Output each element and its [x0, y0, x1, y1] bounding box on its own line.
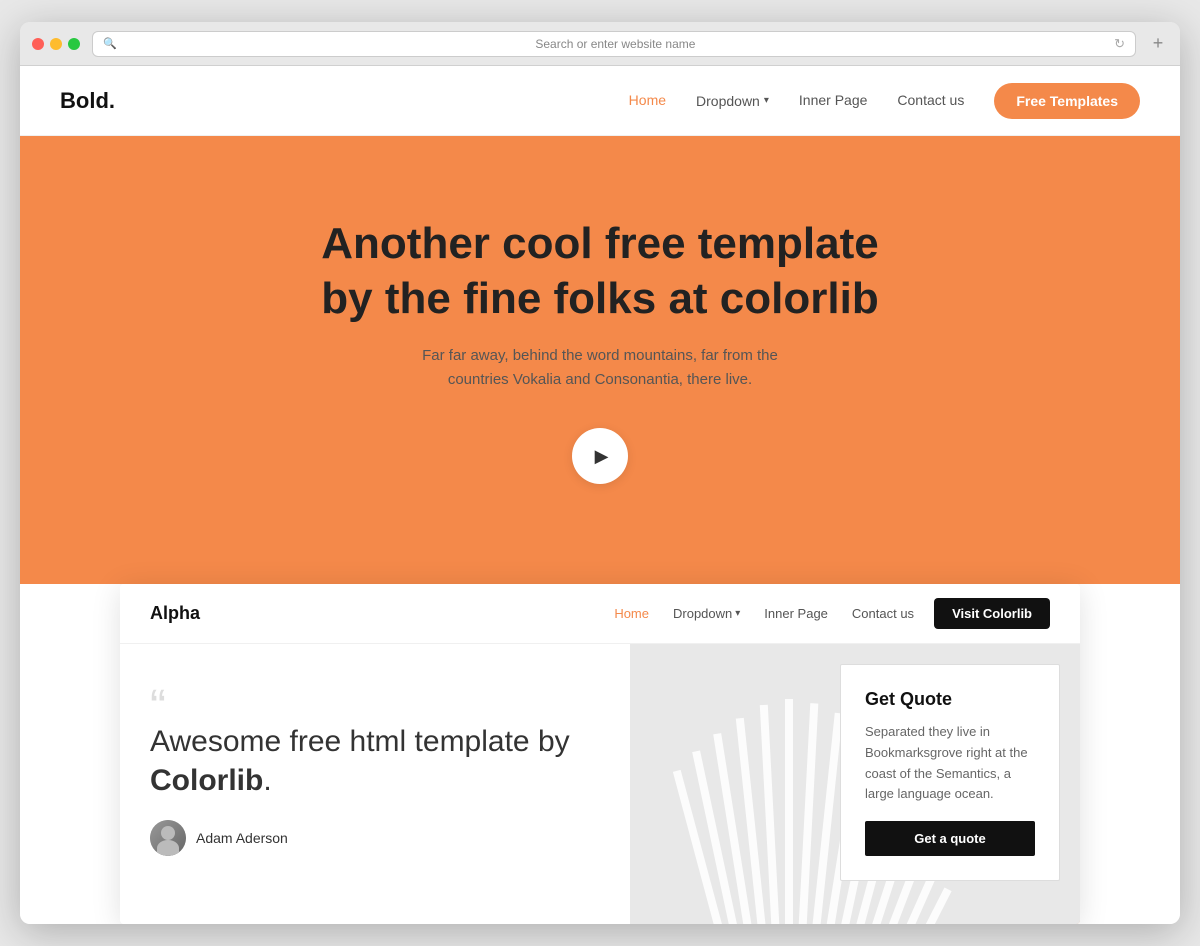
nav-item-dropdown[interactable]: Dropdown ▾ — [696, 93, 769, 109]
address-bar[interactable]: 🔍 Search or enter website name ↻ — [92, 31, 1136, 57]
play-icon: ▶ — [595, 446, 609, 467]
play-button[interactable]: ▶ — [572, 428, 628, 484]
site-logo: Bold. — [60, 88, 115, 114]
author-row: Adam Aderson — [150, 820, 600, 856]
hero-section: Another cool free template by the fine f… — [20, 136, 1180, 584]
inner-nav-link-inner-page[interactable]: Inner Page — [764, 606, 828, 621]
inner-nav-dropdown-trigger[interactable]: Dropdown ▾ — [673, 606, 740, 621]
avatar-image — [150, 820, 186, 856]
quote-card: Get Quote Separated they live in Bookmar… — [840, 664, 1060, 881]
hero-subtitle: Far far away, behind the word mountains,… — [400, 344, 800, 392]
visit-colorlib-button[interactable]: Visit Colorlib — [934, 598, 1050, 629]
browser-window: 🔍 Search or enter website name ↻ + Bold.… — [20, 22, 1180, 924]
preview-card: Alpha Home Dropdown ▾ Inner Page — [120, 584, 1080, 924]
author-name: Adam Aderson — [196, 830, 288, 846]
inner-hero-title: Awesome free html template by Colorlib. — [150, 722, 600, 800]
inner-nav-item-contact[interactable]: Contact us — [852, 605, 914, 623]
inner-hero-left: “ Awesome free html template by Colorlib… — [120, 644, 630, 924]
inner-nav-link-contact[interactable]: Contact us — [852, 606, 914, 621]
inner-navigation: Alpha Home Dropdown ▾ Inner Page — [120, 584, 1080, 644]
chevron-down-icon: ▾ — [764, 95, 769, 106]
inner-hero-right: Get Quote Separated they live in Bookmar… — [630, 644, 1080, 924]
hero-title: Another cool free template by the fine f… — [300, 216, 900, 326]
nav-link-contact[interactable]: Contact us — [897, 92, 964, 108]
browser-dots — [32, 38, 80, 50]
close-dot[interactable] — [32, 38, 44, 50]
inner-chevron-down-icon: ▾ — [735, 608, 740, 619]
get-quote-button[interactable]: Get a quote — [865, 821, 1035, 856]
inner-site-logo: Alpha — [150, 603, 200, 624]
author-avatar — [150, 820, 186, 856]
address-bar-text: Search or enter website name — [123, 37, 1108, 51]
top-navigation: Bold. Home Dropdown ▾ Inner Page Contact… — [20, 66, 1180, 136]
nav-links: Home Dropdown ▾ Inner Page Contact us — [629, 92, 965, 110]
inner-hero: “ Awesome free html template by Colorlib… — [120, 644, 1080, 924]
inner-nav-link-home[interactable]: Home — [614, 606, 649, 621]
quote-card-text: Separated they live in Bookmarksgrove ri… — [865, 722, 1035, 805]
quote-card-title: Get Quote — [865, 689, 1035, 710]
new-tab-button[interactable]: + — [1148, 34, 1168, 54]
browser-toolbar: 🔍 Search or enter website name ↻ + — [20, 22, 1180, 66]
fullscreen-dot[interactable] — [68, 38, 80, 50]
nav-item-inner-page[interactable]: Inner Page — [799, 92, 868, 110]
search-icon: 🔍 — [103, 37, 117, 50]
inner-nav-item-inner-page[interactable]: Inner Page — [764, 605, 828, 623]
inner-nav-item-dropdown[interactable]: Dropdown ▾ — [673, 606, 740, 621]
inner-nav-item-home[interactable]: Home — [614, 605, 649, 623]
website-content: Bold. Home Dropdown ▾ Inner Page Contact… — [20, 66, 1180, 924]
minimize-dot[interactable] — [50, 38, 62, 50]
nav-item-contact[interactable]: Contact us — [897, 92, 964, 110]
refresh-icon[interactable]: ↻ — [1114, 36, 1125, 52]
nav-link-home[interactable]: Home — [629, 92, 666, 108]
inner-nav-links: Home Dropdown ▾ Inner Page Contact us — [614, 605, 914, 623]
nav-item-home[interactable]: Home — [629, 92, 666, 110]
nav-dropdown-trigger[interactable]: Dropdown ▾ — [696, 93, 769, 109]
nav-link-inner-page[interactable]: Inner Page — [799, 92, 868, 108]
free-templates-button[interactable]: Free Templates — [994, 83, 1140, 119]
